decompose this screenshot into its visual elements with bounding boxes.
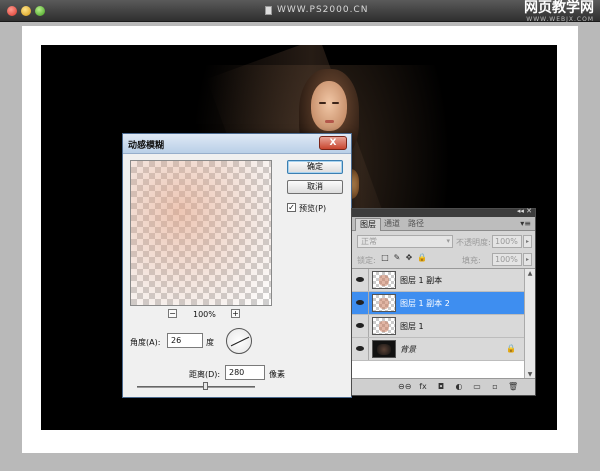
- layer-row[interactable]: 图层 1 副本: [352, 269, 524, 292]
- opacity-input[interactable]: 100%: [492, 235, 522, 248]
- new-group-icon[interactable]: ▭: [472, 382, 482, 392]
- dialog-title: 动感模糊: [128, 141, 165, 151]
- portrait-lips: [325, 120, 334, 123]
- new-layer-icon[interactable]: ▫: [490, 382, 500, 392]
- layer-thumbnail: [372, 340, 396, 358]
- chevron-down-icon: ▾: [446, 237, 450, 245]
- dialog-close-button[interactable]: X: [319, 136, 347, 150]
- preview-image: [131, 161, 271, 305]
- fill-label: 填充:: [462, 256, 481, 265]
- distance-label: 距离(D):: [189, 370, 221, 379]
- visibility-toggle[interactable]: [352, 315, 369, 337]
- dialog-titlebar[interactable]: 动感模糊 X: [123, 134, 351, 154]
- brand-main-text: 网页教学网: [524, 0, 594, 16]
- layer-name: 图层 1 副本: [400, 276, 443, 285]
- tab-channels[interactable]: 通道: [380, 218, 404, 231]
- brand-watermark: 网页教学网 WWW.WEBJX.COM: [524, 0, 594, 24]
- scroll-down-icon[interactable]: ▼: [526, 371, 534, 378]
- layer-name: 图层 1 副本 2: [400, 299, 450, 308]
- close-window-button[interactable]: [7, 6, 17, 16]
- opacity-arrow-button[interactable]: ▸: [523, 235, 532, 248]
- eye-icon: [356, 346, 364, 351]
- add-mask-icon[interactable]: ◘: [436, 382, 446, 392]
- minimize-window-button[interactable]: [21, 6, 31, 16]
- preview-checkbox[interactable]: ✓: [287, 203, 296, 212]
- layer-row[interactable]: 图层 1: [352, 315, 524, 338]
- document-icon: [265, 6, 272, 15]
- layer-name: 图层 1: [400, 322, 424, 331]
- blend-mode-value: 正常: [361, 237, 377, 246]
- layer-thumbnail: [372, 317, 396, 335]
- fill-arrow-button[interactable]: ▸: [523, 253, 532, 266]
- distance-input[interactable]: 280: [225, 365, 265, 380]
- preview-checkbox-label: 预览(P): [299, 204, 327, 213]
- visibility-toggle[interactable]: [352, 269, 369, 291]
- layers-list: 图层 1 副本 图层 1 副本 2 图层 1 背景 🔒 ▲ ▼: [352, 268, 535, 379]
- portrait-skin: [311, 81, 347, 131]
- panel-header-strip[interactable]: ◂◂ ✕: [352, 207, 535, 217]
- lock-position-icon[interactable]: ✥: [405, 254, 413, 262]
- fill-input[interactable]: 100%: [492, 253, 522, 266]
- scroll-up-icon[interactable]: ▲: [526, 270, 534, 277]
- lock-transparency-icon[interactable]: □: [381, 254, 389, 262]
- opacity-label: 不透明度:: [456, 238, 491, 247]
- distance-slider-thumb[interactable]: [203, 382, 208, 390]
- window-title: WWW.PS2000.CN: [277, 5, 369, 15]
- layer-style-icon[interactable]: fx: [418, 382, 428, 392]
- link-layers-icon[interactable]: ⊖⊖: [398, 382, 411, 392]
- zoom-out-button[interactable]: −: [168, 309, 177, 318]
- lock-label: 锁定:: [357, 256, 376, 265]
- zoom-window-button[interactable]: [35, 6, 45, 16]
- layer-name: 背景: [400, 345, 416, 354]
- blend-mode-select[interactable]: 正常 ▾: [357, 235, 453, 248]
- tab-layers[interactable]: 图层: [355, 218, 381, 231]
- motion-blur-dialog: 动感模糊 X − 100% + 确定 取消 ✓ 预览(P) 角度(A): 26 …: [122, 133, 352, 398]
- visibility-toggle[interactable]: [352, 292, 369, 314]
- layers-toolbar: ⊖⊖ fx ◘ ◐ ▭ ▫ 🗑: [352, 378, 535, 395]
- zoom-level: 100%: [193, 310, 216, 319]
- layers-panel: ◂◂ ✕ 图层 通道 路径 ▾≡ 正常 ▾ 不透明度: 100% ▸ 锁定: □…: [351, 207, 536, 396]
- distance-unit: 像素: [269, 370, 285, 379]
- angle-dial[interactable]: [226, 328, 252, 354]
- eye-icon: [356, 277, 364, 282]
- tab-paths[interactable]: 路径: [404, 218, 428, 231]
- distance-slider-track[interactable]: [137, 386, 255, 388]
- layer-row-background[interactable]: 背景 🔒: [352, 338, 524, 361]
- panel-collapse-icon[interactable]: ◂◂ ✕: [517, 207, 532, 215]
- panel-tabs: 图层 通道 路径 ▾≡: [352, 217, 535, 231]
- angle-label: 角度(A):: [130, 338, 161, 347]
- trash-icon[interactable]: 🗑: [508, 382, 518, 392]
- portrait-eye-left: [319, 102, 326, 104]
- window-titlebar: WWW.PS2000.CN 网页教学网 WWW.WEBJX.COM: [0, 0, 600, 24]
- cancel-button[interactable]: 取消: [287, 180, 343, 194]
- visibility-toggle[interactable]: [352, 338, 369, 360]
- portrait-eye-right: [332, 102, 339, 104]
- layer-thumbnail: [372, 271, 396, 289]
- layer-row-selected[interactable]: 图层 1 副本 2: [352, 292, 524, 315]
- eye-icon: [356, 323, 364, 328]
- angle-unit: 度: [206, 338, 214, 347]
- zoom-in-button[interactable]: +: [231, 309, 240, 318]
- eye-icon: [356, 300, 364, 305]
- adjustment-layer-icon[interactable]: ◐: [454, 382, 464, 392]
- layer-thumbnail: [372, 294, 396, 312]
- angle-input[interactable]: 26: [167, 333, 203, 348]
- lock-all-icon[interactable]: 🔒: [417, 254, 427, 262]
- filter-preview[interactable]: [130, 160, 272, 306]
- angle-dial-needle: [230, 336, 250, 347]
- ok-button[interactable]: 确定: [287, 160, 343, 174]
- layers-scrollbar[interactable]: ▲ ▼: [524, 269, 535, 379]
- panel-menu-icon[interactable]: ▾≡: [520, 219, 531, 228]
- lock-brush-icon[interactable]: ✎: [393, 254, 401, 262]
- lock-icon: 🔒: [506, 344, 516, 353]
